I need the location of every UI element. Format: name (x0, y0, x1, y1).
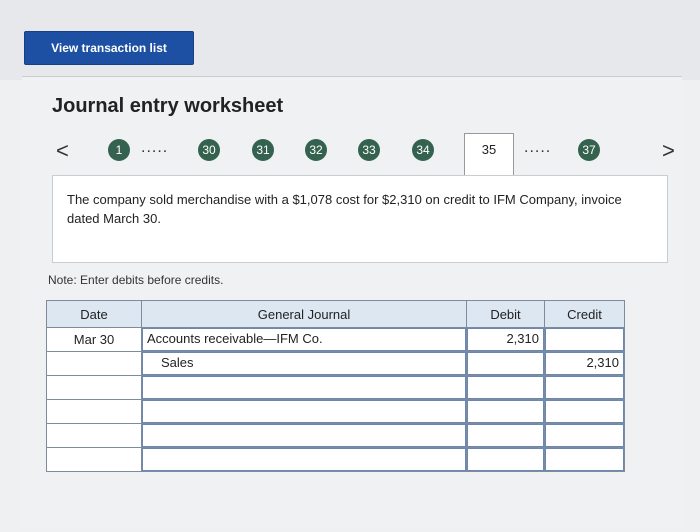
next-arrow-icon[interactable]: > (662, 138, 675, 164)
credit-input[interactable] (545, 424, 624, 447)
step-33[interactable]: 33 (358, 139, 380, 161)
table-row (46, 423, 625, 448)
table-row (46, 375, 625, 400)
debit-cell[interactable] (466, 399, 545, 424)
transaction-description: The company sold merchandise with a $1,0… (52, 175, 668, 263)
view-transaction-list-button[interactable]: View transaction list (24, 31, 194, 65)
debit-cell[interactable] (466, 447, 545, 472)
date-cell[interactable] (46, 351, 142, 376)
steps-ellipsis-2: ..... (524, 139, 552, 156)
table-row (46, 399, 625, 424)
debit-input[interactable] (467, 400, 544, 423)
debit-input[interactable] (467, 376, 544, 399)
credit-input[interactable] (545, 448, 624, 471)
credit-cell[interactable] (544, 375, 625, 400)
debit-cell[interactable] (466, 423, 545, 448)
table-row: Sales 2,310 (46, 351, 625, 376)
credit-input[interactable]: 2,310 (545, 352, 624, 375)
date-cell[interactable] (46, 447, 142, 472)
credit-cell[interactable]: 2,310 (544, 351, 625, 376)
credit-input[interactable] (545, 376, 624, 399)
debit-cell[interactable] (466, 375, 545, 400)
date-value: Mar 30 (73, 332, 115, 347)
steps-ellipsis: ..... (141, 139, 169, 156)
debit-cell[interactable]: 2,310 (466, 327, 545, 352)
table-row: Mar 30 Accounts receivable—IFM Co. 2,310 (46, 327, 625, 352)
step-37[interactable]: 37 (578, 139, 600, 161)
account-cell[interactable] (141, 447, 467, 472)
account-input[interactable] (142, 376, 466, 399)
debit-input[interactable] (467, 352, 544, 375)
previous-arrow-icon[interactable]: < (56, 138, 69, 164)
credit-cell[interactable] (544, 447, 625, 472)
account-input[interactable]: Sales (142, 352, 466, 375)
step-31[interactable]: 31 (252, 139, 274, 161)
credit-input[interactable] (545, 400, 624, 423)
journal-table: Date General Journal Debit Credit Mar 30… (46, 300, 625, 472)
account-cell[interactable] (141, 375, 467, 400)
account-input[interactable]: Accounts receivable—IFM Co. (142, 328, 466, 351)
account-input[interactable] (142, 448, 466, 471)
credit-cell[interactable] (544, 423, 625, 448)
debit-header: Debit (466, 300, 545, 328)
journal-header-row: Date General Journal Debit Credit (46, 300, 625, 328)
table-row (46, 447, 625, 472)
credit-cell[interactable] (544, 399, 625, 424)
general-journal-header: General Journal (141, 300, 467, 328)
step-34[interactable]: 34 (412, 139, 434, 161)
credit-header: Credit (544, 300, 625, 328)
account-cell[interactable] (141, 423, 467, 448)
date-cell[interactable] (46, 423, 142, 448)
debit-input[interactable] (467, 424, 544, 447)
description-text: The company sold merchandise with a $1,0… (67, 192, 622, 226)
debit-cell[interactable] (466, 351, 545, 376)
account-input[interactable] (142, 424, 466, 447)
credit-cell[interactable] (544, 327, 625, 352)
date-header: Date (46, 300, 142, 328)
step-1[interactable]: 1 (108, 139, 130, 161)
date-cell[interactable] (46, 399, 142, 424)
worksheet-title: Journal entry worksheet (52, 95, 284, 117)
date-cell[interactable]: Mar 30 (46, 327, 142, 352)
step-35-current[interactable]: 35 (464, 133, 514, 175)
debit-input[interactable] (467, 448, 544, 471)
note-text: Note: Enter debits before credits. (48, 273, 224, 287)
debit-input[interactable]: 2,310 (467, 328, 544, 351)
account-cell[interactable] (141, 399, 467, 424)
step-32[interactable]: 32 (305, 139, 327, 161)
date-cell[interactable] (46, 375, 142, 400)
account-cell[interactable]: Accounts receivable—IFM Co. (141, 327, 467, 352)
account-input[interactable] (142, 400, 466, 423)
credit-input[interactable] (545, 328, 624, 351)
account-cell[interactable]: Sales (141, 351, 467, 376)
step-30[interactable]: 30 (198, 139, 220, 161)
